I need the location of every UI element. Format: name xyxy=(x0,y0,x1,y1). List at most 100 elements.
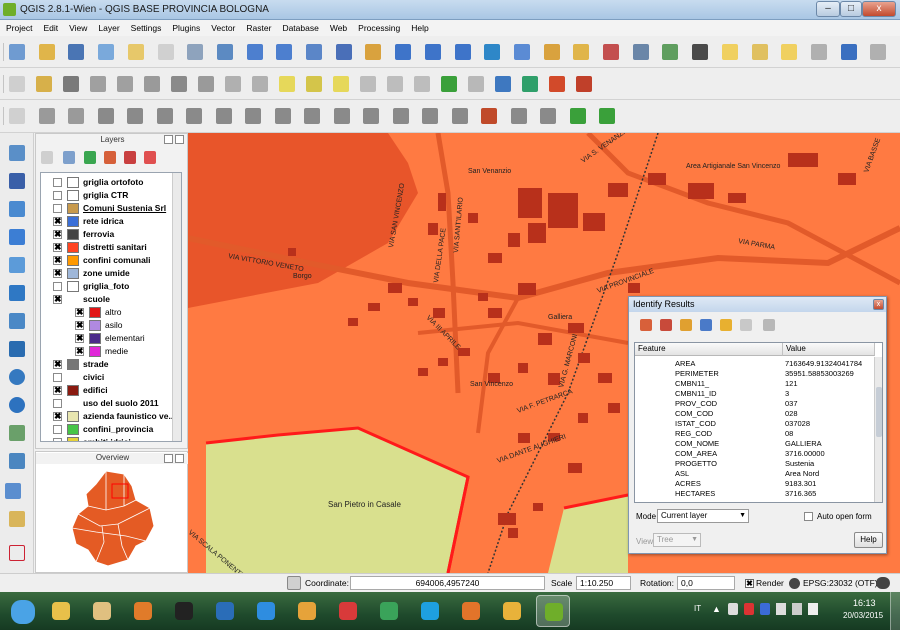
collapse-tree-icon[interactable] xyxy=(660,319,672,331)
layer-item[interactable]: ✖ rete idrica xyxy=(41,215,181,228)
attribute-row[interactable]: CMBN11_ID 3 xyxy=(635,389,875,398)
field-calculator-icon[interactable] xyxy=(603,44,619,60)
open-form-icon[interactable] xyxy=(700,319,712,331)
stock-chart-button[interactable] xyxy=(208,595,242,627)
flag-icon[interactable] xyxy=(728,603,738,615)
windows-start-button[interactable] xyxy=(6,595,40,627)
pan-to-selection-icon[interactable] xyxy=(216,44,233,60)
menu-processing[interactable]: Processing xyxy=(352,20,405,33)
layer-item[interactable]: ✖ confini comunali xyxy=(41,254,181,267)
layer-visibility-checkbox[interactable]: ✖ xyxy=(53,412,62,421)
media-player-button[interactable] xyxy=(126,595,160,627)
split-features-icon[interactable] xyxy=(333,108,350,124)
help-button[interactable]: Help xyxy=(854,532,883,548)
attribute-row[interactable]: ACRES 9183.301 xyxy=(635,479,875,488)
skype-button[interactable] xyxy=(413,595,447,627)
network-icon[interactable] xyxy=(792,603,802,615)
add-virtual-layer-icon[interactable] xyxy=(9,511,25,527)
fill-ring-icon[interactable] xyxy=(186,108,202,124)
layer-visibility-checkbox[interactable]: ✖ xyxy=(53,386,62,395)
close-button[interactable]: x xyxy=(862,1,896,17)
attribute-row[interactable]: AREA 7163649.91324041784 xyxy=(635,359,875,368)
internet-explorer-button[interactable] xyxy=(249,595,283,627)
layer-visibility-checkbox[interactable]: ✖ xyxy=(53,256,62,265)
coordinate-field[interactable]: 694006,4957240 xyxy=(350,576,545,590)
identify-results-dialog[interactable]: Identify Results x Feature Value AREA 716… xyxy=(628,296,887,554)
zoom-native-icon[interactable] xyxy=(306,44,322,60)
simplify-icon[interactable] xyxy=(97,108,114,124)
layer-visibility-checkbox[interactable] xyxy=(53,178,62,187)
layer-item[interactable]: griglia CTR xyxy=(41,189,181,202)
header-value[interactable]: Value xyxy=(783,343,875,356)
help-icon[interactable] xyxy=(840,44,857,60)
new-shapefile-icon[interactable] xyxy=(9,425,25,441)
add-wcs-layer-icon[interactable] xyxy=(9,341,25,357)
add-spatialite-layer-icon[interactable] xyxy=(9,229,25,245)
toggle-editing-icon[interactable] xyxy=(36,76,52,92)
menu-web[interactable]: Web xyxy=(324,20,352,33)
float-panel-button[interactable] xyxy=(164,135,173,144)
add-part-icon[interactable] xyxy=(156,108,173,124)
add-vector-layer-icon[interactable] xyxy=(9,145,25,161)
copy-features-icon[interactable] xyxy=(225,76,241,92)
layer-item[interactable]: confini_provincia xyxy=(41,423,181,436)
zoom-next-icon[interactable] xyxy=(454,44,471,60)
layer-table-icon[interactable] xyxy=(599,108,615,124)
add-wfs-layer-icon[interactable] xyxy=(9,369,25,385)
settings-plugin-icon[interactable] xyxy=(549,76,565,92)
print-icon[interactable] xyxy=(763,319,775,331)
scale-field[interactable]: 1:10.250 xyxy=(576,576,631,590)
redo-icon[interactable] xyxy=(68,108,84,124)
show-desktop-button[interactable] xyxy=(890,592,900,630)
toggle-extents-icon[interactable] xyxy=(287,576,301,590)
save-edits-icon[interactable] xyxy=(63,76,79,92)
layer-item[interactable]: ✖ altro xyxy=(41,306,181,319)
table-icon[interactable] xyxy=(569,108,586,124)
new-bookmark-icon[interactable] xyxy=(751,44,768,60)
layer-item[interactable]: ✖ scuole xyxy=(41,293,181,306)
zoom-full-icon[interactable] xyxy=(335,44,352,60)
crs-status[interactable]: EPSG:23032 (OTF) xyxy=(803,578,878,588)
overview-close-button[interactable] xyxy=(175,454,184,463)
folder-explorer-button[interactable] xyxy=(44,595,78,627)
add-delimited-text-icon[interactable] xyxy=(9,397,25,413)
layer-visibility-checkbox[interactable] xyxy=(53,204,62,213)
toolbar-handle[interactable] xyxy=(3,107,4,125)
split-parts-icon[interactable] xyxy=(363,108,379,124)
menu-raster[interactable]: Raster xyxy=(240,20,276,33)
expand-new-results-icon[interactable] xyxy=(680,319,692,331)
menu-view[interactable]: View xyxy=(63,20,92,33)
crs-globe-icon[interactable] xyxy=(789,578,800,589)
attribute-row[interactable]: REG_COD 08 xyxy=(635,429,875,438)
header-feature[interactable]: Feature xyxy=(635,343,783,356)
clock-time[interactable]: 16:13 xyxy=(853,598,876,608)
qgis-button[interactable] xyxy=(536,595,570,627)
toolbar-handle[interactable] xyxy=(3,75,4,93)
attribute-row[interactable]: PROGETTO Sustenia xyxy=(635,459,875,468)
undo-icon[interactable] xyxy=(38,108,55,124)
filter-legend-icon[interactable] xyxy=(84,151,96,164)
measure-icon[interactable] xyxy=(692,44,709,60)
vector-editor-button[interactable] xyxy=(372,595,406,627)
layer-item[interactable]: uso del suolo 2011 xyxy=(41,397,181,410)
layer-visibility-checkbox[interactable] xyxy=(53,191,62,200)
layer-visibility-checkbox[interactable]: ✖ xyxy=(75,347,84,356)
layer-visibility-checkbox[interactable]: ✖ xyxy=(75,334,84,343)
add-mssql-layer-icon[interactable] xyxy=(9,257,25,273)
layer-item[interactable]: ✖ edifici xyxy=(41,384,181,397)
paint-icon[interactable] xyxy=(576,76,592,92)
delete-selected-icon[interactable] xyxy=(171,76,187,92)
layer-item[interactable]: griglia_foto xyxy=(41,280,181,293)
collapse-all-icon[interactable] xyxy=(124,151,136,164)
volume-icon[interactable] xyxy=(808,603,818,615)
opera-button[interactable] xyxy=(331,595,365,627)
power-icon[interactable] xyxy=(776,603,786,615)
rotation-field[interactable]: 0,0 xyxy=(677,576,735,590)
zoom-out-icon[interactable] xyxy=(276,44,293,60)
add-ring-icon[interactable] xyxy=(127,108,143,124)
layer-item[interactable]: ambiti idrici xyxy=(41,436,181,441)
menu-database[interactable]: Database xyxy=(276,20,323,33)
layer-visibility-checkbox[interactable]: ✖ xyxy=(53,217,62,226)
advanced-edit-icon[interactable] xyxy=(9,108,25,124)
gps-icon[interactable] xyxy=(441,76,457,92)
